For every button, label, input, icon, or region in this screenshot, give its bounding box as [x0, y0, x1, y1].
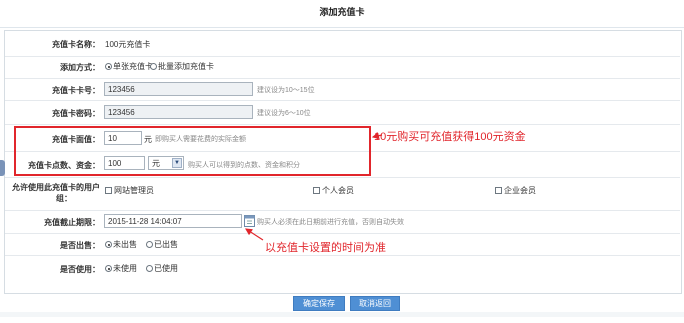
face-value-annotation: 10元购买可充值获得100元资金 [374, 131, 526, 143]
back-button[interactable]: 取消返回(C) [350, 296, 400, 321]
save-button[interactable]: 确定保存(O) [293, 296, 345, 321]
expiry-arrow [244, 228, 264, 241]
annotation-arrows [244, 132, 383, 241]
expiry-annotation: 以充值卡设置的时间为准 [265, 242, 386, 254]
bottom-strip [0, 312, 684, 317]
side-collapse-handle[interactable] [0, 160, 5, 176]
